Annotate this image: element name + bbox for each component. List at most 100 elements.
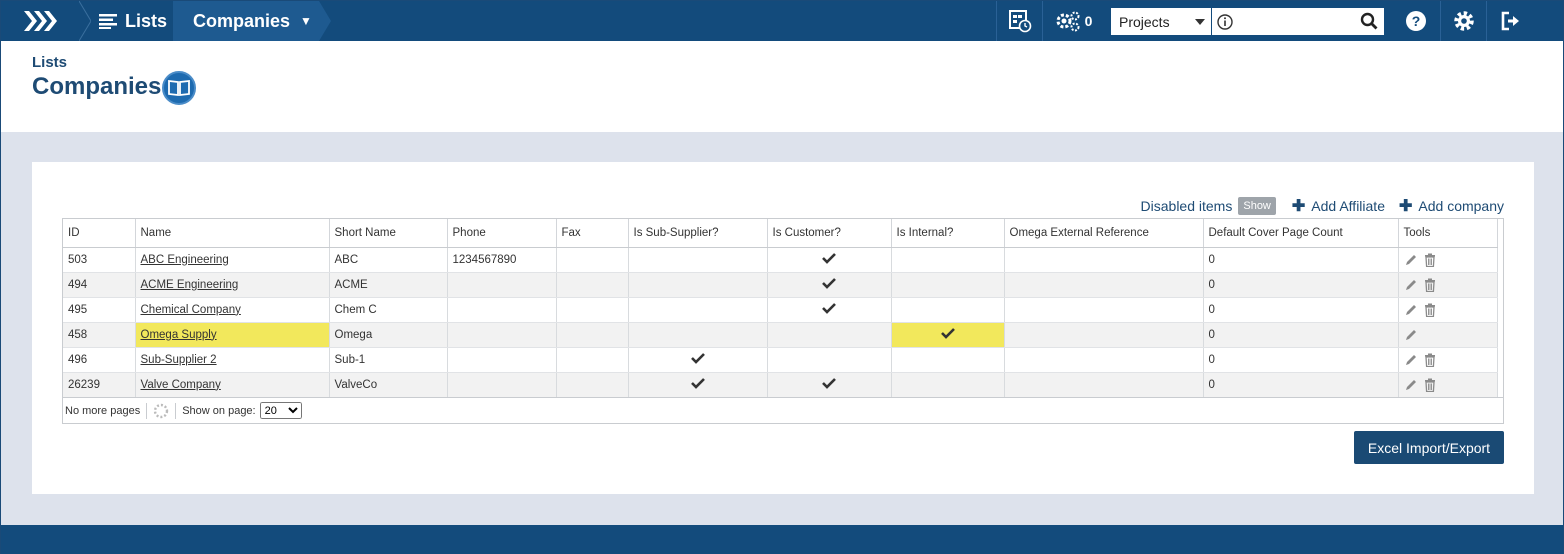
app-logo[interactable] xyxy=(1,1,79,41)
cell-id: 26239 xyxy=(63,372,136,398)
add-affiliate-button[interactable]: ✚ Add Affiliate xyxy=(1292,196,1385,216)
company-name-link[interactable]: Omega Supply xyxy=(141,329,217,341)
edit-pencil-icon[interactable] xyxy=(1404,328,1418,342)
pager: No more pages Show on page: 20 xyxy=(63,397,1503,423)
help-button[interactable]: ? xyxy=(1392,1,1440,41)
schedule-button[interactable] xyxy=(996,1,1042,41)
grid-actions: Disabled items Show ✚ Add Affiliate ✚ Ad… xyxy=(1141,196,1504,216)
cell-fax xyxy=(556,247,629,273)
svg-text:?: ? xyxy=(1412,13,1421,29)
column-header[interactable]: Tools xyxy=(1398,219,1498,248)
delete-trash-icon[interactable] xyxy=(1424,353,1436,367)
project-select-value: Projects xyxy=(1119,13,1170,30)
cell-short-name: ValveCo xyxy=(329,372,448,398)
logout-button[interactable] xyxy=(1486,1,1534,41)
cell-fax xyxy=(556,372,629,398)
no-more-pages-label: No more pages xyxy=(65,404,141,417)
table-row[interactable]: 26239 Valve Company ValveCo 0 xyxy=(63,372,1498,398)
check-icon xyxy=(822,378,836,389)
cell-phone xyxy=(447,347,557,373)
company-name-link[interactable]: ACME Engineering xyxy=(141,279,239,291)
delete-trash-icon[interactable] xyxy=(1424,378,1436,392)
company-name-link[interactable]: ABC Engineering xyxy=(141,254,229,266)
column-header[interactable]: Omega External Reference xyxy=(1004,219,1204,248)
page-size-select[interactable]: 20 xyxy=(259,402,302,419)
cell-phone xyxy=(447,297,557,323)
cell-cover-page-count: 0 xyxy=(1203,322,1399,348)
show-disabled-toggle[interactable]: Show xyxy=(1238,197,1276,215)
cell-fax xyxy=(556,347,629,373)
project-select[interactable]: Projects xyxy=(1111,8,1211,35)
jobs-count: 0 xyxy=(1084,13,1093,29)
jobs-button[interactable]: 0 xyxy=(1042,1,1104,41)
table-row[interactable]: 494 ACME Engineering ACME 0 xyxy=(63,272,1498,298)
cell-cover-page-count: 0 xyxy=(1203,272,1399,298)
top-navbar: Lists Companies ▼ 0 Projects ? xyxy=(1,1,1563,41)
delete-trash-icon[interactable] xyxy=(1424,253,1436,267)
column-header[interactable]: Is Sub-Supplier? xyxy=(628,219,768,248)
row-tools xyxy=(1404,303,1497,317)
disabled-items-label: Disabled items xyxy=(1140,198,1233,214)
cell-is-sub-supplier xyxy=(628,322,768,348)
cell-is-internal xyxy=(891,247,1005,273)
cell-id: 494 xyxy=(63,272,136,298)
column-header[interactable]: Phone xyxy=(447,219,557,248)
logo-chevrons-icon xyxy=(24,11,57,31)
cell-is-customer xyxy=(767,347,892,373)
settings-button[interactable] xyxy=(1440,1,1486,41)
book-icon xyxy=(168,79,190,97)
help-book-button[interactable] xyxy=(162,71,196,105)
cell-name: Sub-Supplier 2 xyxy=(135,347,330,373)
edit-pencil-icon[interactable] xyxy=(1404,253,1418,267)
table-header-row: ID Name Short Name Phone Fax Is Sub-Supplier?… xyxy=(63,219,1498,248)
table-row[interactable]: 496 Sub-Supplier 2 Sub-1 0 xyxy=(63,347,1498,373)
column-header[interactable]: Short Name xyxy=(329,219,448,248)
cell-external-reference xyxy=(1004,272,1204,298)
cell-is-internal xyxy=(891,297,1005,323)
nav-companies-label: Companies xyxy=(193,10,291,31)
column-header[interactable]: Is Customer? xyxy=(767,219,892,248)
delete-trash-icon[interactable] xyxy=(1424,303,1436,317)
edit-pencil-icon[interactable] xyxy=(1404,278,1418,292)
delete-trash-icon[interactable] xyxy=(1424,278,1436,292)
nav-lists[interactable]: Lists xyxy=(99,1,167,41)
column-header[interactable]: Fax xyxy=(556,219,629,248)
gears-icon xyxy=(1056,11,1080,32)
cell-is-internal xyxy=(891,372,1005,398)
excel-import-export-button[interactable]: Excel Import/Export xyxy=(1354,431,1504,464)
cell-is-internal xyxy=(891,347,1005,373)
column-header[interactable]: ID xyxy=(63,219,136,248)
edit-pencil-icon[interactable] xyxy=(1404,303,1418,317)
company-name-link[interactable]: Valve Company xyxy=(141,379,221,391)
cell-is-customer xyxy=(767,297,892,323)
cell-cover-page-count: 0 xyxy=(1203,347,1399,373)
company-name-link[interactable]: Chemical Company xyxy=(141,304,241,316)
search-input[interactable] xyxy=(1212,8,1384,35)
list-icon xyxy=(99,14,117,29)
cell-is-sub-supplier xyxy=(628,247,768,273)
table-row[interactable]: 495 Chemical Company Chem C 0 xyxy=(63,297,1498,323)
cell-is-internal xyxy=(891,322,1005,348)
column-header[interactable]: Is Internal? xyxy=(891,219,1005,248)
add-company-button[interactable]: ✚ Add company xyxy=(1399,196,1504,216)
cell-is-customer xyxy=(767,247,892,273)
column-header[interactable]: Default Cover Page Count xyxy=(1203,219,1399,248)
search-icon[interactable] xyxy=(1360,12,1378,30)
breadcrumb[interactable]: Lists xyxy=(32,54,67,71)
chevron-down-icon: ▼ xyxy=(300,14,312,28)
table-row[interactable]: 503 ABC Engineering ABC 1234567890 0 xyxy=(63,247,1498,273)
column-header[interactable]: Name xyxy=(135,219,330,248)
content-panel: Disabled items Show ✚ Add Affiliate ✚ Ad… xyxy=(32,162,1534,494)
nav-companies-dropdown[interactable]: Companies ▼ xyxy=(173,1,319,41)
edit-pencil-icon[interactable] xyxy=(1404,378,1418,392)
edit-pencil-icon[interactable] xyxy=(1404,353,1418,367)
cell-is-internal xyxy=(891,272,1005,298)
show-on-page-label: Show on page: xyxy=(182,404,256,417)
cell-cover-page-count: 0 xyxy=(1203,297,1399,323)
cell-name: Chemical Company xyxy=(135,297,330,323)
company-name-link[interactable]: Sub-Supplier 2 xyxy=(141,354,217,366)
cell-name: Valve Company xyxy=(135,372,330,398)
table-row[interactable]: 458 Omega Supply Omega 0 xyxy=(63,322,1498,348)
cell-phone xyxy=(447,272,557,298)
cell-is-sub-supplier xyxy=(628,372,768,398)
